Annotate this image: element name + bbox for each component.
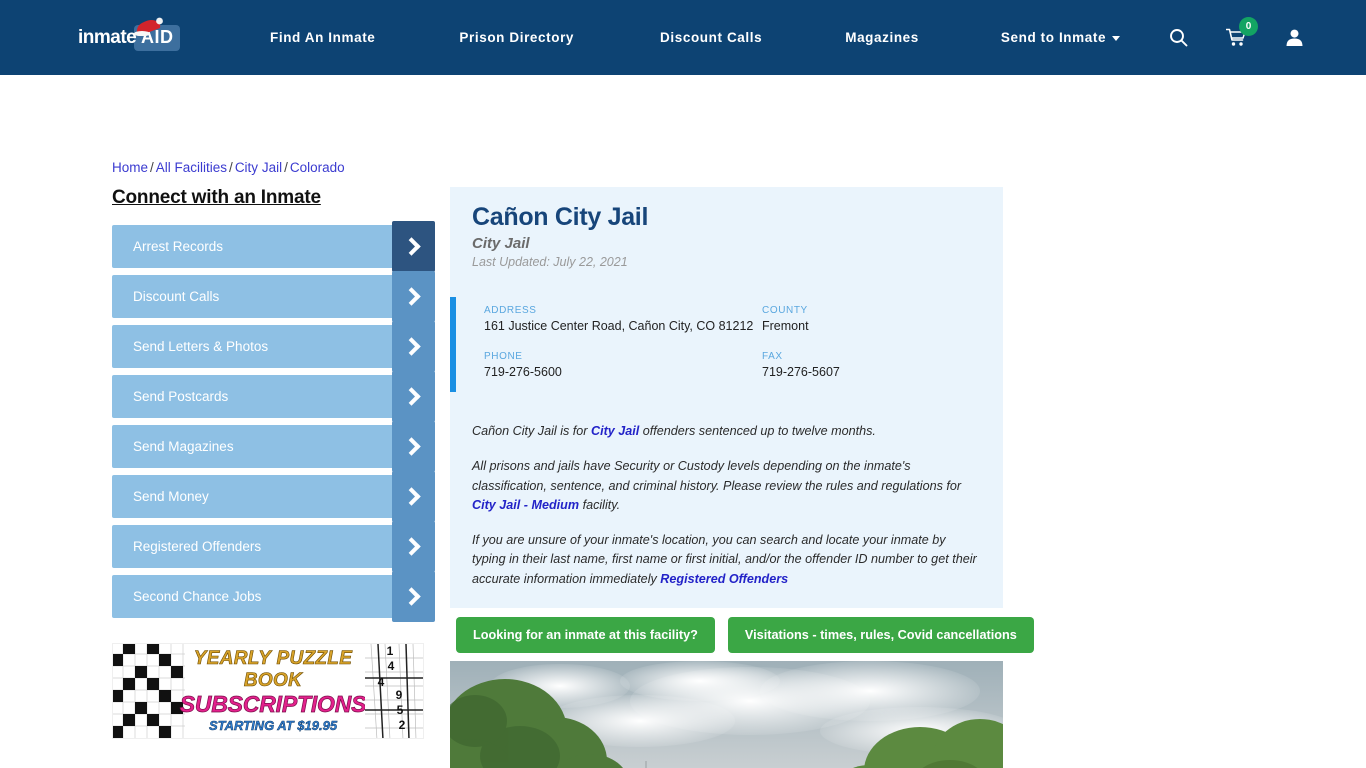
para2-text-a: All prisons and jails have Security or C…	[472, 458, 962, 493]
chevron-down-icon	[1112, 35, 1121, 41]
sidebar-item-send-postcards[interactable]: Send Postcards	[112, 371, 435, 422]
cart-count-badge: 0	[1239, 17, 1258, 36]
sidebar-item-label: Discount Calls	[133, 289, 220, 304]
facility-exterior-image	[450, 661, 1003, 768]
svg-text:9: 9	[396, 688, 403, 702]
sidebar-item-arrest-records[interactable]: Arrest Records	[112, 221, 435, 272]
sidebar-item-registered-offenders[interactable]: Registered Offenders	[112, 521, 435, 572]
info-label: FAX	[762, 350, 783, 362]
breadcrumb-home[interactable]: Home	[112, 160, 148, 175]
main-navigation: Find An Inmate Prison Directory Discount…	[270, 30, 1121, 45]
chevron-right-icon	[392, 571, 435, 622]
ad-price-line: STARTING AT $19.95	[208, 717, 338, 734]
chevron-right-icon	[392, 271, 435, 322]
breadcrumb: Home / All Facilities / City Jail / Colorado	[112, 160, 345, 175]
facility-paragraph-2: All prisons and jails have Security or C…	[472, 442, 981, 516]
info-value: 719-276-5607	[762, 364, 840, 379]
chevron-right-icon	[392, 321, 435, 372]
site-header: inmate AID Find An Inmate Prison Directo…	[0, 0, 1366, 75]
nav-send-to-inmate-label: Send to Inmate	[1000, 30, 1107, 45]
ad-text-block: YEARLY PUZZLE BOOK SUBSCRIPTIONS STARTIN…	[173, 648, 373, 739]
sidebar-item-label: Registered Offenders	[133, 539, 262, 554]
page-title: Cañon City Jail	[472, 203, 649, 231]
facility-detail-card: Cañon City Jail City Jail Last Updated: …	[450, 187, 1003, 608]
facility-paragraph-3: If you are unsure of your inmate's locat…	[472, 516, 981, 590]
svg-text:1: 1	[387, 644, 394, 658]
sidebar-item-send-letters-photos[interactable]: Send Letters & Photos	[112, 321, 435, 372]
ad-headline-1: YEARLY PUZZLE BOOK	[193, 648, 353, 691]
action-button-row: Looking for an inmate at this facility? …	[456, 617, 1034, 653]
nav-send-to-inmate[interactable]: Send to Inmate	[1000, 30, 1121, 45]
info-label: PHONE	[484, 350, 523, 362]
sidebar-item-discount-calls[interactable]: Discount Calls	[112, 271, 435, 322]
ad-headline-2: SUBSCRIPTIONS	[179, 690, 367, 717]
sidebar-item-label: Send Money	[133, 489, 209, 504]
visitations-button[interactable]: Visitations - times, rules, Covid cancel…	[727, 617, 1034, 653]
breadcrumb-separator: /	[150, 160, 154, 175]
info-label: ADDRESS	[484, 305, 537, 316]
svg-text:5: 5	[397, 703, 404, 717]
nav-discount-calls[interactable]: Discount Calls	[660, 30, 762, 45]
facility-photo	[450, 661, 1003, 768]
search-icon	[1170, 29, 1188, 47]
info-value: 161 Justice Center Road, Cañon City, CO …	[484, 319, 754, 333]
last-updated-text: Last Updated: July 22, 2021	[472, 255, 628, 269]
inmate-search-button[interactable]: Looking for an inmate at this facility?	[456, 617, 715, 653]
para2-text-b: facility.	[579, 498, 621, 513]
sidebar-item-label: Send Magazines	[133, 439, 234, 454]
info-value: Fremont	[762, 319, 809, 333]
breadcrumb-separator: /	[284, 160, 288, 175]
facility-header: Cañon City Jail City Jail Last Updated: …	[450, 187, 1003, 275]
svg-text:4: 4	[378, 675, 385, 689]
sidebar: Connect with an Inmate Arrest Records Di…	[112, 187, 435, 625]
puzzle-book-ad-banner[interactable]: YEARLY PUZZLE BOOK SUBSCRIPTIONS STARTIN…	[112, 643, 424, 739]
chevron-right-icon	[392, 421, 435, 472]
facility-info-grid: ADDRESS 161 Justice Center Road, Cañon C…	[450, 297, 1003, 393]
svg-text:2: 2	[399, 718, 406, 732]
santa-hat-icon	[134, 17, 163, 36]
link-registered-offenders[interactable]: Registered Offenders	[660, 572, 788, 586]
user-account-icon	[1286, 29, 1303, 46]
sidebar-item-send-magazines[interactable]: Send Magazines	[112, 421, 435, 472]
chevron-right-icon	[392, 471, 435, 522]
para1-text-a: Cañon City Jail is for	[472, 424, 591, 439]
sidebar-item-label: Send Postcards	[133, 389, 229, 404]
breadcrumb-separator: /	[229, 160, 233, 175]
sidebar-item-label: Second Chance Jobs	[133, 589, 262, 604]
link-city-jail[interactable]: City Jail	[591, 424, 639, 438]
svg-text:4: 4	[388, 659, 395, 673]
cart-button[interactable]: 0	[1226, 17, 1258, 47]
sidebar-title: Connect with an Inmate	[112, 187, 321, 208]
chevron-right-icon	[392, 221, 435, 272]
info-phone: PHONE 719-276-5600	[484, 351, 762, 381]
info-label: COUNTY	[762, 305, 808, 316]
nav-magazines[interactable]: Magazines	[845, 30, 919, 45]
info-county: COUNTY Fremont	[762, 305, 1003, 335]
breadcrumb-all-facilities[interactable]: All Facilities	[156, 160, 227, 175]
sudoku-grid-graphic: 1 4 4 9 5 2	[365, 644, 423, 738]
para1-text-b: offenders sentenced up to twelve months.	[639, 424, 876, 439]
search-button[interactable]	[1169, 28, 1188, 47]
sidebar-item-send-money[interactable]: Send Money	[112, 471, 435, 522]
ad-subtitle: CROSSWORDS · WORD SEARCH · SUDOKU · BRAI…	[173, 738, 373, 739]
breadcrumb-colorado[interactable]: Colorado	[290, 160, 345, 175]
breadcrumb-city-jail[interactable]: City Jail	[235, 160, 282, 175]
chevron-right-icon	[392, 521, 435, 572]
chevron-right-icon	[392, 371, 435, 422]
info-fax: FAX 719-276-5607	[762, 351, 1003, 381]
inmateaid-logo[interactable]: inmate AID	[78, 17, 190, 58]
nav-prison-directory[interactable]: Prison Directory	[459, 30, 574, 45]
facility-paragraph-1: Cañon City Jail is for City Jail offende…	[472, 392, 981, 442]
sidebar-item-label: Send Letters & Photos	[133, 339, 269, 354]
facility-type: City Jail	[472, 235, 530, 252]
sidebar-item-label: Arrest Records	[133, 239, 224, 254]
logo-text: inmate	[78, 27, 137, 48]
info-value: 719-276-5600	[484, 364, 562, 379]
link-city-jail-medium[interactable]: City Jail - Medium	[472, 498, 579, 512]
sidebar-item-second-chance-jobs[interactable]: Second Chance Jobs	[112, 571, 435, 622]
nav-find-an-inmate[interactable]: Find An Inmate	[270, 30, 375, 45]
info-address: ADDRESS 161 Justice Center Road, Cañon C…	[484, 305, 762, 335]
account-button[interactable]	[1285, 28, 1304, 47]
header-icon-group: 0	[1169, 0, 1304, 75]
